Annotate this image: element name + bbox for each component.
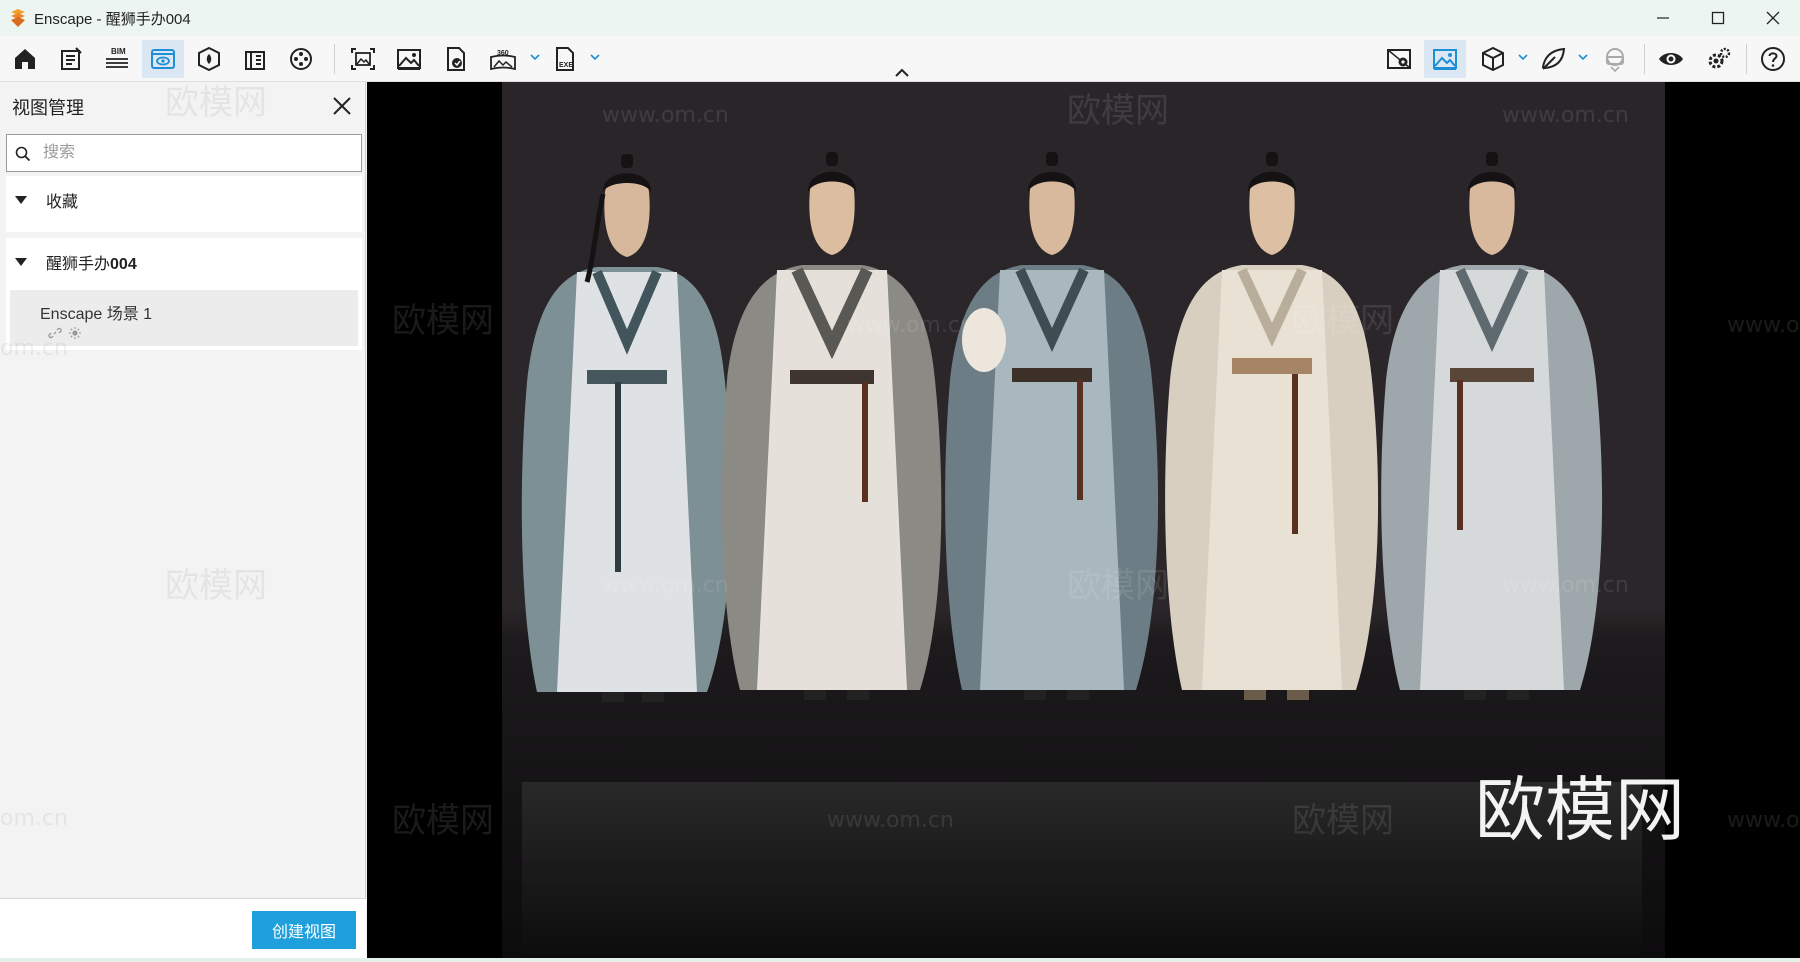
render-file-button[interactable] xyxy=(434,40,476,78)
watermark-url: www.o xyxy=(1727,313,1799,338)
toolbar-separator xyxy=(334,44,335,74)
search-box[interactable] xyxy=(6,134,362,172)
chevron-down-icon xyxy=(530,54,540,61)
project-name: 醒狮手办 xyxy=(46,256,111,273)
sun-icon xyxy=(69,327,81,339)
favorites-label: 收藏 xyxy=(46,194,79,211)
video-button[interactable] xyxy=(280,40,322,78)
home-button[interactable] xyxy=(4,40,46,78)
cube-view-dropdown[interactable] xyxy=(1516,50,1530,64)
close-window-button[interactable] xyxy=(1746,0,1800,36)
render-image-button[interactable] xyxy=(388,40,430,78)
settings-gears-icon xyxy=(1708,47,1731,69)
map-pin-icon xyxy=(1387,49,1411,69)
settings-button[interactable] xyxy=(1698,40,1740,78)
favorites-header[interactable]: 收藏 xyxy=(6,176,362,224)
panel-title: 视图管理 xyxy=(12,98,84,118)
bim-label: BIM xyxy=(111,47,126,56)
screenshot-button[interactable] xyxy=(342,40,384,78)
close-icon xyxy=(1766,11,1780,25)
visual-settings-button[interactable] xyxy=(1424,40,1466,78)
watermark-brand: 欧模网 xyxy=(165,566,267,606)
screenshot-icon xyxy=(351,48,375,70)
view-management-button[interactable] xyxy=(142,40,184,78)
material-dropdown[interactable] xyxy=(1576,50,1590,64)
vr-button[interactable] xyxy=(1594,40,1636,78)
watermark-url: om.cn xyxy=(0,806,68,831)
building-icon xyxy=(245,51,265,70)
search-icon xyxy=(15,146,31,162)
window-title: Enscape - 醒狮手办004 xyxy=(34,10,191,28)
panorama-dropdown[interactable] xyxy=(528,50,542,64)
image-icon xyxy=(397,49,421,70)
search-input[interactable] xyxy=(43,141,343,165)
material-button[interactable] xyxy=(1532,40,1574,78)
maximize-button[interactable] xyxy=(1691,0,1745,36)
export-dropdown[interactable] xyxy=(588,50,602,64)
project-label: 醒狮手办004 xyxy=(46,250,137,274)
scene-list-item[interactable]: Enscape 场景 1 xyxy=(10,290,358,346)
building-button[interactable] xyxy=(234,40,276,78)
cube-view-button[interactable] xyxy=(1472,40,1514,78)
panel-footer: 创建视图 xyxy=(0,898,366,958)
home-icon xyxy=(15,49,35,69)
video-reel-icon xyxy=(290,48,312,70)
exe-label: EXE xyxy=(559,62,573,69)
help-icon xyxy=(1761,47,1785,71)
watermark-brand: 欧模网 xyxy=(392,301,494,341)
exe-export-button[interactable]: EXE xyxy=(544,40,586,78)
toolbar-separator xyxy=(1746,44,1747,74)
enscape-logo-icon xyxy=(11,9,25,27)
view-management-icon xyxy=(151,49,175,69)
maximize-icon xyxy=(1711,11,1725,25)
window-bottom-edge xyxy=(0,958,1800,962)
watermark-url: www.o xyxy=(1727,808,1799,833)
chevron-down-icon xyxy=(1578,54,1588,61)
panorama-button[interactable]: 360 xyxy=(482,40,524,78)
toolbar-separator xyxy=(1644,44,1645,74)
bim-button[interactable]: BIM xyxy=(96,40,138,78)
chevron-down-icon xyxy=(590,54,600,61)
minimize-button[interactable] xyxy=(1636,0,1690,36)
render-viewport[interactable]: www.om.cn 欧模网 www.om.cn 欧模网 www.om.cn 欧模… xyxy=(367,82,1800,958)
panorama-360-icon: 360 xyxy=(490,50,516,71)
link-icon xyxy=(48,327,62,339)
render-file-icon xyxy=(447,47,465,71)
render-scene-image xyxy=(502,82,1665,958)
material-leaf-icon xyxy=(1541,47,1566,70)
help-button[interactable] xyxy=(1752,40,1794,78)
floor-reflection xyxy=(522,782,1642,958)
create-view-button[interactable]: 创建视图 xyxy=(252,911,356,949)
chevron-down-icon xyxy=(1518,54,1528,61)
favorites-section: 收藏 xyxy=(6,176,362,232)
triangle-down-icon xyxy=(15,258,27,266)
project-number: 004 xyxy=(110,256,137,273)
view-management-panel: 视图管理 收藏 醒狮手办004 Enscape 场景 1 xyxy=(0,82,366,958)
asset-library-icon xyxy=(198,46,220,72)
triangle-down-icon xyxy=(15,196,27,204)
cube-view-icon xyxy=(1482,46,1504,72)
preview-button[interactable] xyxy=(1650,40,1692,78)
map-button[interactable] xyxy=(1378,40,1420,78)
scene-name: Enscape 场景 1 xyxy=(40,306,153,323)
notes-button[interactable] xyxy=(50,40,92,78)
watermark-brand: 欧模网 xyxy=(392,801,494,841)
collapse-toolbar-button[interactable] xyxy=(893,66,911,80)
project-section: 醒狮手办004 Enscape 场景 1 xyxy=(6,238,362,350)
vr-headset-icon xyxy=(1606,48,1624,73)
title-bar: Enscape - 醒狮手办004 xyxy=(0,0,1800,36)
notes-icon xyxy=(61,47,82,70)
close-panel-icon[interactable] xyxy=(330,94,354,118)
watermark-brand: 欧模网 xyxy=(165,83,267,123)
project-header[interactable]: 醒狮手办004 xyxy=(6,238,362,286)
enscape-window: Enscape - 醒狮手办004 BIM 360 EXE 视图管理 搜索 收藏… xyxy=(0,0,1800,962)
minimize-icon xyxy=(1657,17,1669,19)
visual-settings-icon xyxy=(1433,49,1457,70)
asset-library-button[interactable] xyxy=(188,40,230,78)
exe-export-icon: EXE xyxy=(556,47,574,71)
bim-icon: BIM xyxy=(106,47,128,68)
eye-icon xyxy=(1659,53,1683,65)
